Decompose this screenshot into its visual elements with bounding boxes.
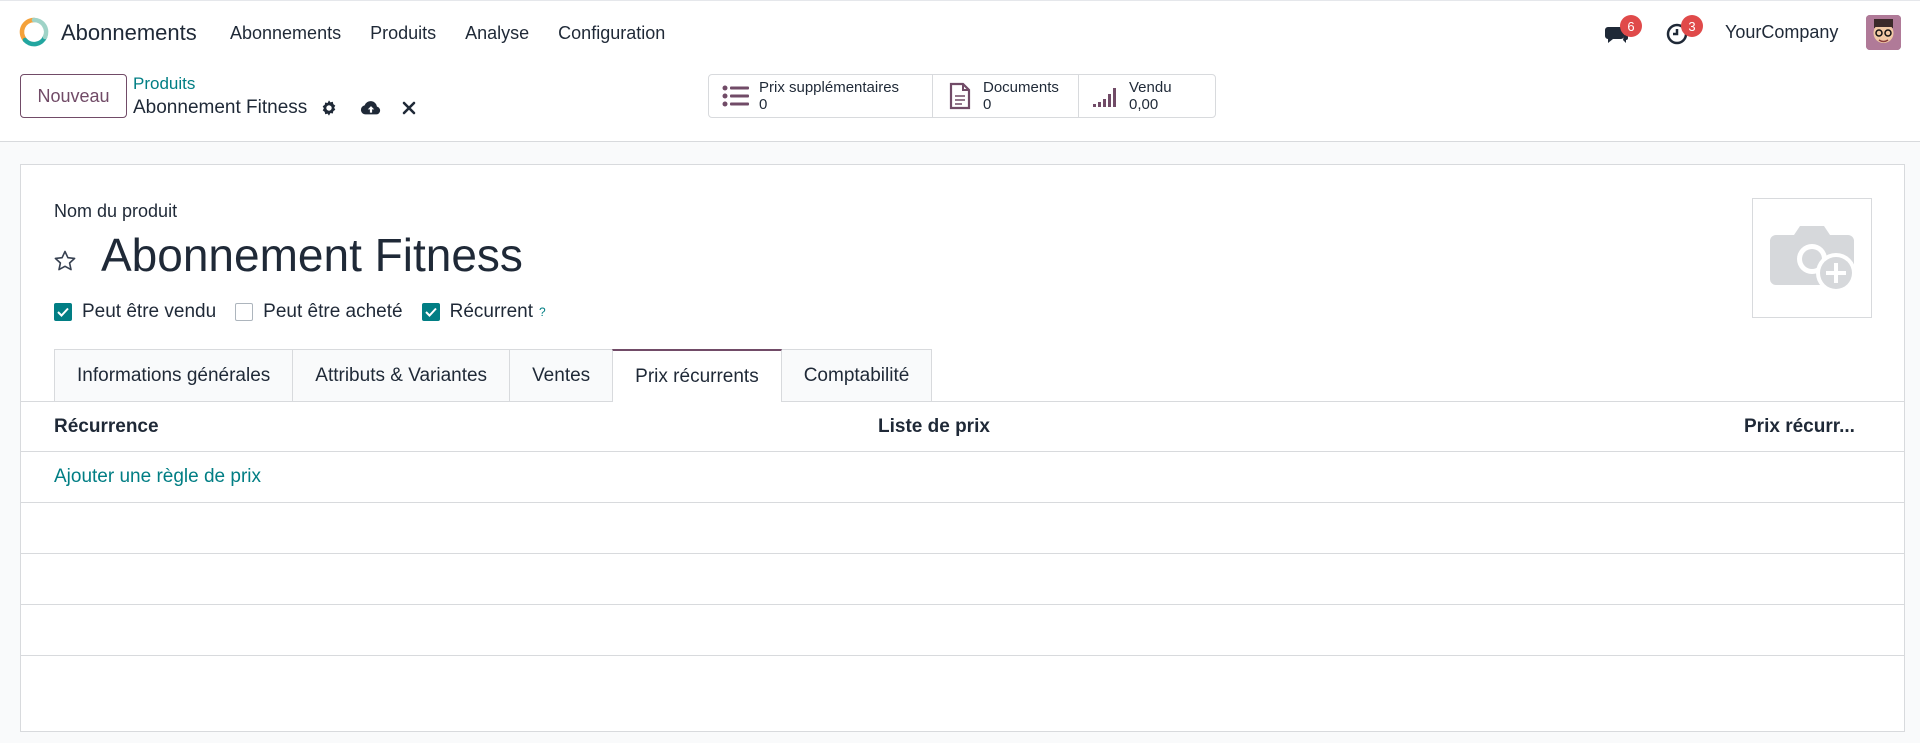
menu-item-analyse[interactable]: Analyse [465, 23, 529, 44]
column-recurrence[interactable]: Récurrence [54, 416, 159, 438]
breadcrumb-parent[interactable]: Produits [133, 74, 195, 94]
smart-button-extra-prices[interactable]: Prix supplémentaires 0 [709, 75, 933, 117]
gear-icon [322, 100, 336, 116]
star-icon[interactable] [53, 249, 77, 273]
tab-attributes-variants[interactable]: Attributs & Variantes [292, 349, 511, 401]
product-image-upload[interactable] [1752, 198, 1872, 318]
table-row [21, 605, 1904, 656]
checkbox-checked[interactable] [421, 303, 440, 321]
menu-item-configuration[interactable]: Configuration [558, 23, 665, 44]
smart-value: 0 [759, 96, 768, 113]
checkbox-label: Récurrent [449, 301, 534, 322]
smart-label: Documents [983, 79, 1059, 96]
new-button[interactable]: Nouveau [20, 74, 127, 118]
control-panel: Nouveau Produits Abonnement Fitness Prix… [0, 64, 1920, 142]
company-switcher[interactable]: YourCompany [1725, 22, 1838, 43]
camera-add-icon [1770, 226, 1856, 293]
product-options: Peut être vendu Peut être acheté Récurre… [54, 301, 565, 323]
cloud-upload-icon [360, 101, 381, 115]
smart-button-sold[interactable]: Vendu 0,00 [1079, 75, 1215, 117]
checkbox-recurring[interactable]: Récurrent ? [421, 301, 546, 323]
tab-accounting[interactable]: Comptabilité [780, 349, 933, 401]
add-price-rule-link[interactable]: Ajouter une règle de prix [54, 466, 261, 488]
document-icon [945, 81, 975, 111]
table-row [21, 554, 1904, 605]
checkbox-can-be-sold[interactable]: Peut être vendu [54, 301, 216, 323]
smart-button-documents[interactable]: Documents 0 [933, 75, 1079, 117]
smart-label: Vendu [1129, 79, 1172, 96]
messages-button[interactable]: 6 [1604, 15, 1642, 47]
table-header: Récurrence Liste de prix Prix récurr... [21, 401, 1904, 452]
product-name-input[interactable]: Abonnement Fitness [101, 228, 523, 282]
signal-chart-icon [1091, 81, 1121, 111]
app-title[interactable]: Abonnements [61, 20, 197, 46]
product-name-label: Nom du produit [54, 201, 178, 221]
messages-badge: 6 [1620, 15, 1642, 37]
table-row [21, 503, 1904, 554]
list-icon [721, 81, 751, 111]
smart-buttons: Prix supplémentaires 0 Documents 0 Vendu… [708, 74, 1216, 118]
activities-badge: 3 [1681, 15, 1703, 37]
column-pricelist[interactable]: Liste de prix [878, 416, 990, 438]
checkbox-can-be-purchased[interactable]: Peut être acheté [235, 301, 403, 323]
gear-button[interactable] [318, 97, 340, 119]
checkmark-icon [57, 307, 69, 317]
pricing-table: Récurrence Liste de prix Prix récurr... … [21, 401, 1904, 656]
help-tooltip[interactable]: ? [539, 305, 546, 319]
top-navbar: Abonnements Abonnements Produits Analyse… [0, 0, 1920, 64]
checkbox-label: Peut être vendu [82, 301, 217, 322]
checkmark-icon [424, 307, 437, 317]
column-recurring-price[interactable]: Prix récurr... [1744, 416, 1855, 438]
main-menu: Abonnements Produits Analyse Configurati… [230, 23, 694, 44]
smart-value: 0 [983, 96, 992, 113]
checkbox-label: Peut être acheté [263, 301, 403, 322]
close-icon [402, 101, 416, 115]
app-logo-icon[interactable] [19, 17, 49, 47]
tab-general-info[interactable]: Informations générales [54, 349, 294, 401]
checkbox-unchecked[interactable] [235, 303, 254, 321]
save-button[interactable] [360, 97, 382, 119]
menu-item-produits[interactable]: Produits [370, 23, 436, 44]
avatar-icon [1866, 15, 1901, 50]
tab-sales[interactable]: Ventes [509, 349, 614, 401]
tab-recurring-prices[interactable]: Prix récurrents [612, 349, 782, 402]
smart-value: 0,00 [1129, 96, 1159, 113]
smart-label: Prix supplémentaires [759, 79, 900, 96]
user-avatar[interactable] [1866, 15, 1901, 50]
checkbox-checked[interactable] [54, 303, 72, 321]
form-sheet: Nom du produit Abonnement Fitness Peut ê… [20, 164, 1905, 732]
breadcrumb-current: Abonnement Fitness [133, 97, 308, 118]
activities-button[interactable]: 3 [1665, 15, 1703, 47]
table-row: Ajouter une règle de prix [21, 452, 1904, 503]
menu-item-abonnements[interactable]: Abonnements [230, 23, 341, 44]
discard-button[interactable] [398, 97, 420, 119]
form-tabs: Informations générales Attributs & Varia… [54, 349, 933, 402]
